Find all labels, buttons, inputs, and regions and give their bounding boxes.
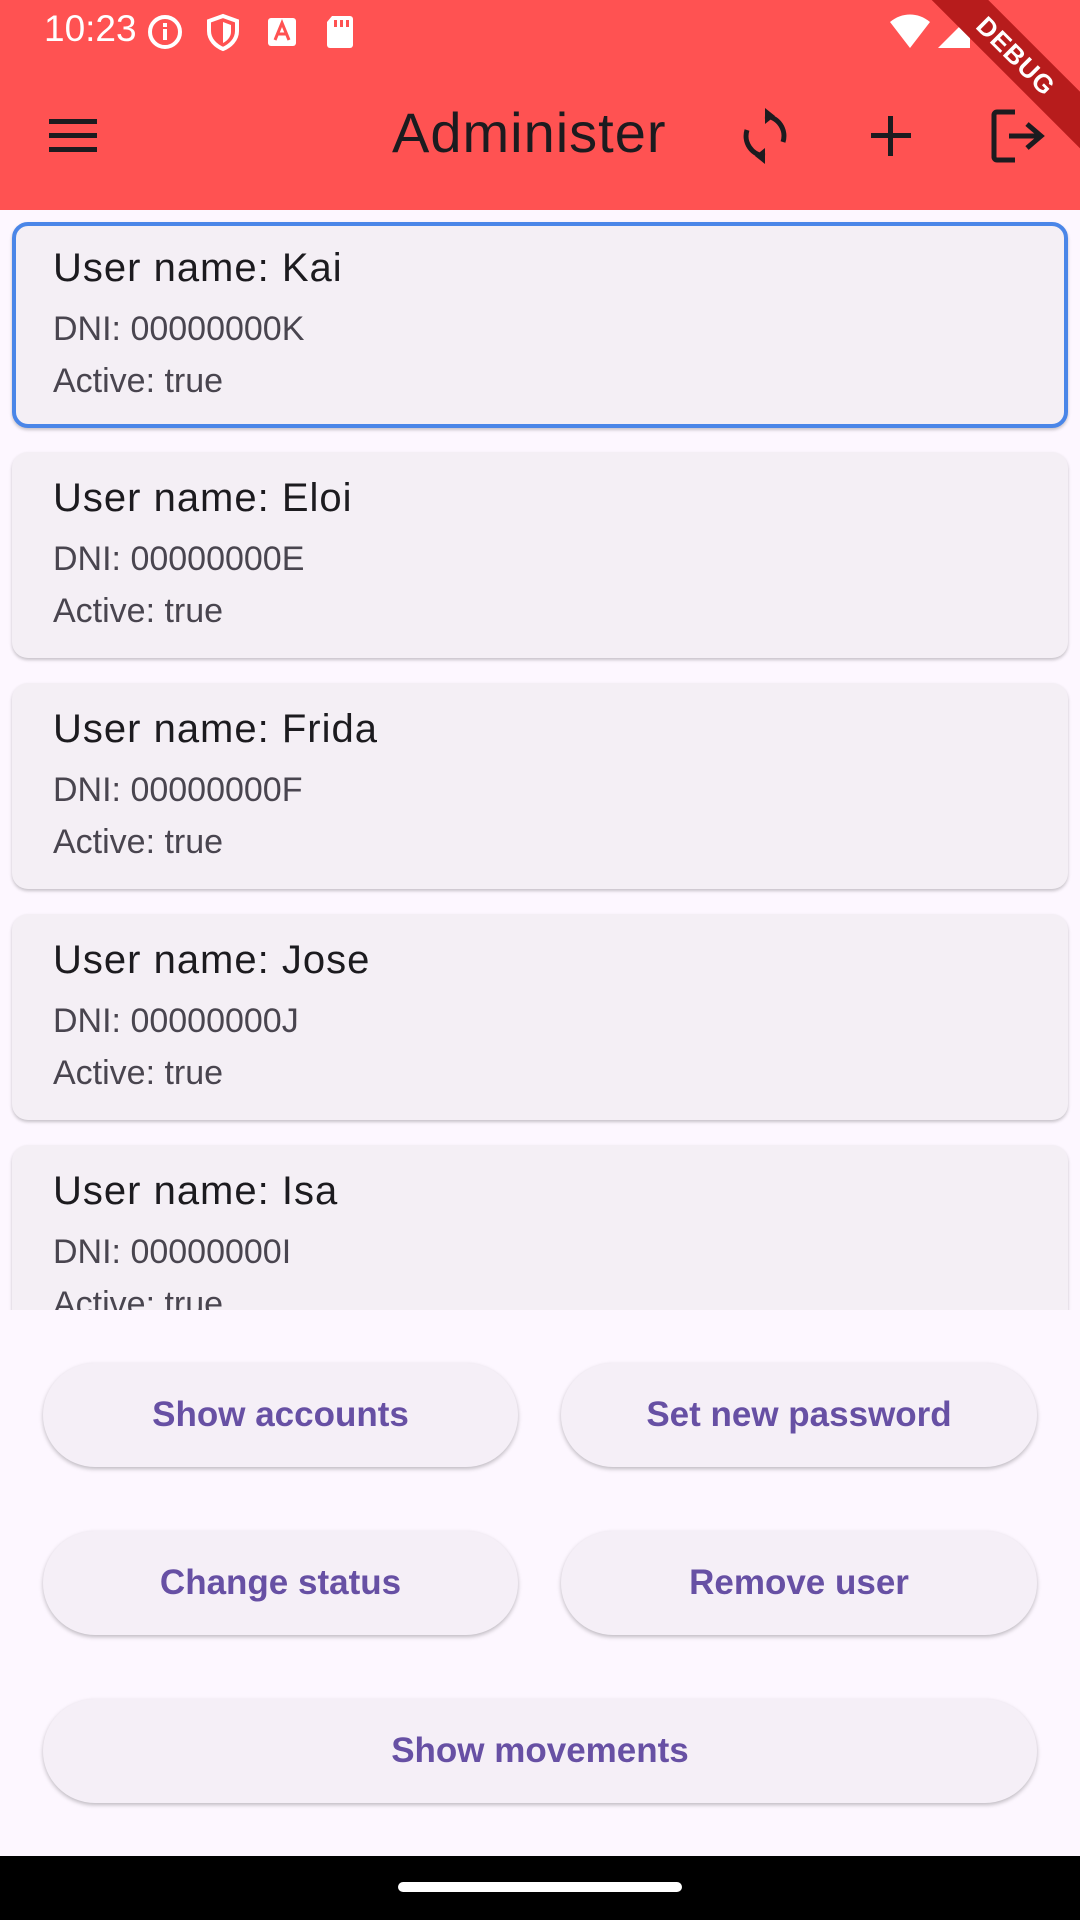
page-title: Administer [392,101,667,164]
system-nav-bar [0,1856,1080,1920]
remove-user-button[interactable]: Remove user [561,1531,1037,1635]
status-bar: 10:23 DEBUG [0,0,1080,163]
user-name: User name: Kai [53,246,343,290]
logout-icon[interactable] [985,104,1049,168]
user-dni: DNI: 00000000I [53,1233,292,1271]
user-name: User name: Frida [53,707,378,751]
user-name: User name: Jose [53,938,371,982]
change-status-button[interactable]: Change status [43,1531,518,1635]
user-card[interactable]: User name: Isa DNI: 00000000I Active: tr… [12,1145,1068,1310]
user-dni: DNI: 00000000F [53,771,303,809]
user-card[interactable]: User name: Eloi DNI: 00000000E Active: t… [12,452,1068,658]
add-icon[interactable] [859,104,923,168]
app-bar: 10:23 DEBUG Administer [0,0,1080,210]
user-dni: DNI: 00000000K [53,310,305,348]
user-active: Active: true [53,362,224,400]
user-dni: DNI: 00000000J [53,1002,299,1040]
user-dni: DNI: 00000000E [53,540,305,578]
refresh-icon[interactable] [733,104,797,168]
accessibility-text-icon [268,18,296,46]
wifi-icon [890,14,930,48]
menu-icon[interactable] [41,104,105,168]
sd-card-icon [327,16,353,48]
home-gesture-handle[interactable] [398,1882,682,1892]
user-active: Active: true [53,1285,224,1310]
user-card[interactable]: User name: Kai DNI: 00000000K Active: tr… [12,222,1068,428]
show-accounts-button[interactable]: Show accounts [43,1363,518,1467]
info-icon [148,15,182,49]
user-name: User name: Isa [53,1169,339,1213]
user-name: User name: Eloi [53,476,353,520]
user-active: Active: true [53,1054,224,1092]
user-card[interactable]: User name: Frida DNI: 00000000F Active: … [12,683,1068,889]
user-list: User name: Kai DNI: 00000000K Active: tr… [0,210,1080,1310]
user-card[interactable]: User name: Jose DNI: 00000000J Active: t… [12,914,1068,1120]
status-time: 10:23 [44,8,137,49]
shield-icon [207,13,239,52]
user-active: Active: true [53,592,224,630]
set-new-password-button[interactable]: Set new password [561,1363,1037,1467]
show-movements-button[interactable]: Show movements [43,1699,1037,1803]
user-active: Active: true [53,823,224,861]
